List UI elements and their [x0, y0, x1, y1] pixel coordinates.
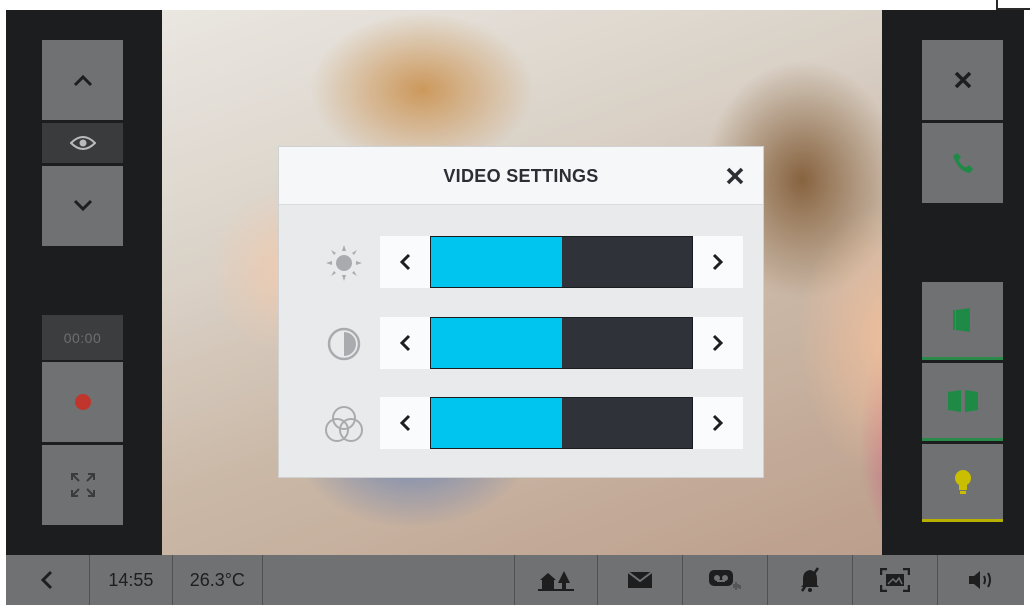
temperature: 26.3°C — [173, 555, 263, 605]
messages-button[interactable] — [598, 555, 684, 605]
chevron-left-icon — [399, 414, 411, 432]
speaker-icon — [969, 571, 992, 589]
contrast-decrease-button[interactable] — [380, 317, 430, 369]
contrast-slider[interactable] — [430, 317, 693, 369]
brightness-row — [279, 236, 763, 288]
home-button[interactable] — [513, 555, 599, 605]
record-button[interactable] — [42, 362, 123, 442]
bell-off-icon — [801, 567, 820, 592]
image-icon — [880, 568, 911, 592]
color-slider-fill — [431, 398, 562, 448]
voicemail-icon — [709, 570, 741, 590]
contrast-slider-fill — [431, 318, 562, 368]
fullscreen-button[interactable] — [42, 445, 123, 525]
chevron-left-icon — [399, 334, 411, 352]
camera-down-button[interactable] — [42, 166, 123, 246]
home-icon — [537, 571, 574, 591]
color-increase-button[interactable] — [693, 397, 743, 449]
clock: 14:55 — [90, 555, 173, 605]
mute-ringer-button[interactable] — [768, 555, 854, 605]
corner-mark — [996, 0, 1030, 10]
brightness-slider[interactable] — [430, 236, 693, 288]
bottom-bar: 14:55 26.3°C — [6, 555, 1024, 605]
color-slider[interactable] — [430, 397, 693, 449]
gate-icon — [947, 389, 978, 412]
color-decrease-button[interactable] — [380, 397, 430, 449]
end-call-button[interactable] — [922, 40, 1003, 120]
view-toggle-button[interactable] — [42, 123, 123, 163]
close-icon — [954, 71, 971, 89]
video-settings-dialog: VIDEO SETTINGS — [279, 147, 763, 477]
color-row — [279, 397, 763, 449]
dialog-title: VIDEO SETTINGS — [443, 166, 599, 186]
brightness-icon — [323, 242, 365, 284]
chevron-left-icon — [41, 570, 53, 590]
chevron-up-icon — [73, 74, 92, 87]
brightness-increase-button[interactable] — [693, 236, 743, 288]
voicemail-button[interactable] — [683, 555, 769, 605]
brightness-decrease-button[interactable] — [380, 236, 430, 288]
back-button[interactable] — [6, 555, 90, 605]
camera-up-button[interactable] — [42, 40, 123, 120]
close-icon — [726, 167, 744, 185]
chevron-down-icon — [73, 199, 92, 212]
chevron-right-icon — [712, 414, 724, 432]
door-open-button[interactable] — [922, 282, 1003, 360]
envelope-icon — [627, 571, 653, 588]
lightbulb-icon — [954, 469, 971, 494]
expand-icon — [70, 473, 95, 497]
door-icon — [952, 307, 970, 332]
contrast-increase-button[interactable] — [693, 317, 743, 369]
light-button[interactable] — [922, 444, 1003, 522]
brightness-slider-fill — [431, 237, 562, 287]
chevron-right-icon — [712, 334, 724, 352]
dialog-close-button[interactable] — [721, 162, 749, 190]
recording-timer: 00:00 — [42, 315, 123, 360]
contrast-icon — [323, 323, 365, 365]
gate-open-button[interactable] — [922, 363, 1003, 441]
bar-spacer — [263, 555, 514, 605]
contrast-row — [279, 317, 763, 369]
record-icon — [74, 394, 91, 410]
phone-icon — [952, 153, 973, 173]
eye-icon — [69, 136, 96, 150]
photo-button[interactable] — [853, 555, 939, 605]
chevron-right-icon — [712, 253, 724, 271]
answer-call-button[interactable] — [922, 123, 1003, 203]
color-saturation-icon — [323, 403, 365, 445]
volume-button[interactable] — [938, 555, 1024, 605]
chevron-left-icon — [399, 253, 411, 271]
